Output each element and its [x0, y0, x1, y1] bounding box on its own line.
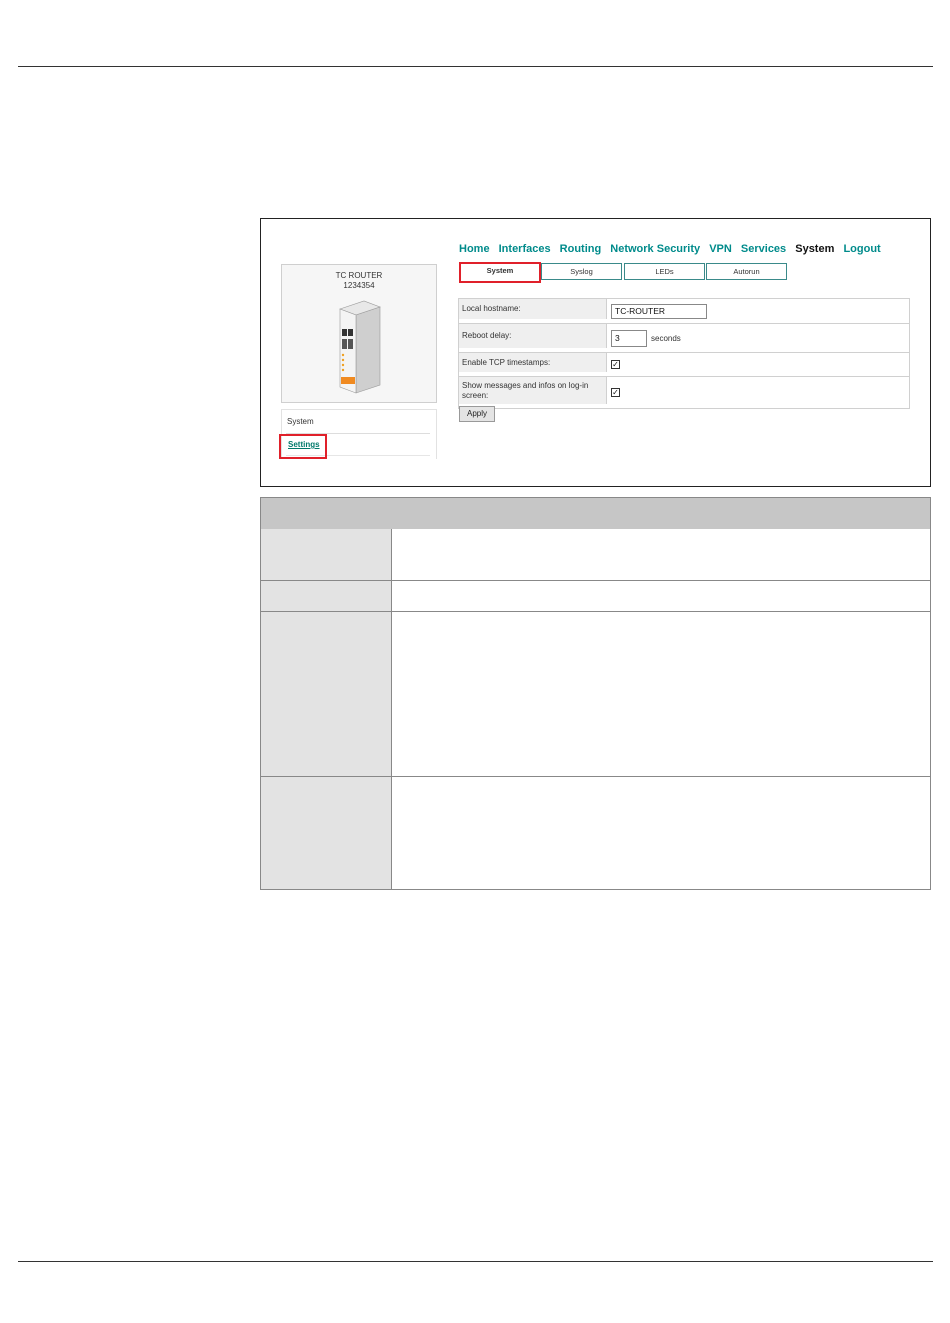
login-messages-checkbox[interactable]: ✓: [611, 388, 620, 397]
device-id: 1234354: [343, 281, 375, 290]
settings-highlight-box: [279, 434, 327, 459]
table-row: [261, 612, 930, 777]
table-header: [261, 498, 930, 530]
tcp-timestamps-label: Enable TCP timestamps:: [459, 353, 607, 372]
table-cell-label: [261, 581, 392, 611]
hostname-input[interactable]: TC-ROUTER: [611, 303, 707, 319]
table-cell-description: [392, 581, 930, 611]
form-row-hostname: Local hostname: TC-ROUTER: [459, 299, 909, 324]
tcp-timestamps-checkbox[interactable]: ✓: [611, 360, 620, 369]
form-row-reboot-delay: Reboot delay: 3 seconds: [459, 324, 909, 353]
table-cell-label: [261, 529, 392, 580]
nav-services[interactable]: Services: [741, 243, 786, 255]
table-cell-description: [392, 777, 930, 889]
device-name: TC ROUTER: [335, 271, 383, 280]
side-menu-heading: System: [287, 417, 314, 426]
top-nav: Home Interfaces Routing Network Security…: [459, 243, 887, 255]
tab-system[interactable]: System: [459, 262, 541, 283]
form-row-tcp-timestamps: Enable TCP timestamps: ✓: [459, 353, 909, 377]
system-settings-form: Local hostname: TC-ROUTER Reboot delay: …: [458, 298, 910, 409]
table-cell-description: [392, 529, 930, 580]
footer-rule: [18, 1261, 933, 1262]
device-card: TC ROUTER 1234354: [281, 264, 437, 403]
header-rule: [18, 66, 933, 67]
hostname-label: Local hostname:: [459, 299, 607, 319]
tab-syslog[interactable]: Syslog: [541, 263, 622, 280]
reboot-delay-input[interactable]: 3: [611, 329, 647, 347]
table-cell-description: [392, 612, 930, 776]
router-device-image: [339, 300, 381, 394]
table-row: [261, 777, 930, 889]
form-row-login-messages: Show messages and infos on log-in screen…: [459, 377, 909, 408]
nav-logout[interactable]: Logout: [843, 243, 880, 255]
table-row: [261, 529, 930, 581]
description-table: [260, 497, 931, 890]
nav-network-security[interactable]: Network Security: [610, 243, 700, 255]
screenshot-frame: TC ROUTER 1234354 System Settings Home I…: [260, 218, 931, 487]
nav-routing[interactable]: Routing: [560, 243, 602, 255]
table-cell-label: [261, 777, 392, 889]
nav-vpn[interactable]: VPN: [709, 243, 732, 255]
reboot-delay-unit: seconds: [651, 333, 681, 343]
nav-system[interactable]: System: [795, 243, 834, 255]
apply-button[interactable]: Apply: [459, 406, 495, 422]
login-messages-label: Show messages and infos on log-in screen…: [459, 377, 607, 404]
nav-home[interactable]: Home: [459, 243, 490, 255]
tab-autorun[interactable]: Autorun: [706, 263, 787, 280]
tab-leds[interactable]: LEDs: [624, 263, 705, 280]
nav-interfaces[interactable]: Interfaces: [499, 243, 551, 255]
table-cell-label: [261, 612, 392, 776]
reboot-delay-label: Reboot delay:: [459, 324, 607, 348]
table-row: [261, 581, 930, 612]
